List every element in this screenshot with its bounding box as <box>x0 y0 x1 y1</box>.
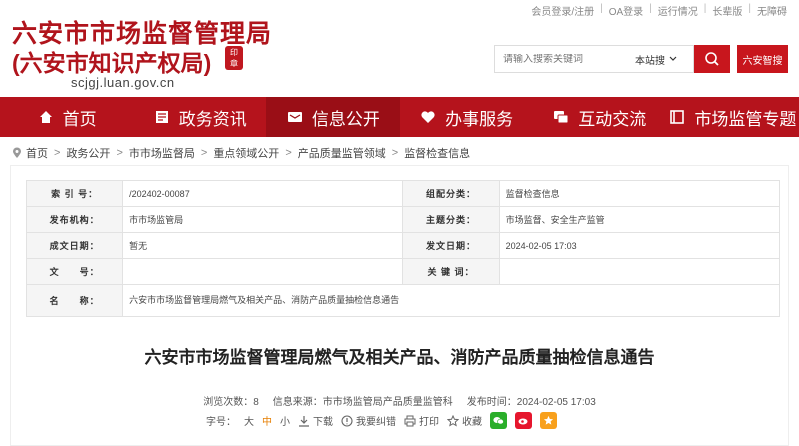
topic-value: 市场监督、安全生产监管 <box>498 206 781 233</box>
index-value: /202402-00087 <box>122 180 404 207</box>
smart-search-button[interactable]: 六安智搜 <box>737 45 788 73</box>
correct-button[interactable]: 我要纠错 <box>341 413 396 428</box>
publisher-label: 发布机构： <box>25 206 124 233</box>
nav-item-news[interactable]: 政务资讯 <box>133 97 266 137</box>
category-label: 组配分类： <box>402 180 500 207</box>
search-input[interactable] <box>495 53 635 65</box>
info-source: 信息来源：市市场监管局产品质量监管科 <box>272 397 453 408</box>
name-label: 名 称： <box>25 284 124 317</box>
published-date-value: 2024-02-05 17:03 <box>498 232 781 259</box>
keywords-value <box>498 258 781 285</box>
print-label: 打印 <box>419 417 439 428</box>
nav-item-interaction[interactable]: 互动交流 <box>533 97 666 137</box>
nav-item-label: 办事服务 <box>445 109 514 129</box>
main-nav: 首页 政务资讯 信息公开 办事服务 互动交流 市场监管专题 <box>0 97 799 137</box>
nav-item-home[interactable]: 首页 <box>0 97 133 137</box>
category-value: 监督检查信息 <box>498 180 781 207</box>
doc-number-label: 文 号： <box>25 258 124 285</box>
search-scope-label: 本站搜 <box>635 55 665 67</box>
breadcrumb-item[interactable]: 首页 <box>26 145 48 161</box>
font-size-small[interactable]: 小 <box>280 413 290 428</box>
breadcrumb-item[interactable]: 政务公开 <box>66 145 110 161</box>
download-button[interactable]: 下载 <box>298 413 333 428</box>
article-title: 六安市市场监督管理局燃气及相关产品、消防产品质量抽检信息通告 <box>144 348 655 367</box>
open-info-icon <box>286 108 304 126</box>
publisher-value: 市市场监管局 <box>122 206 404 233</box>
site-header: 会员登录/注册 | OA登录 | 运行情况 | 长辈版 | 无障碍 六安市市场监督管理局… <box>0 0 799 97</box>
font-size-large[interactable]: 大 <box>244 413 254 428</box>
table-row: 成文日期： 暂无 发文日期： 2024-02-05 17:03 <box>25 232 781 259</box>
nav-item-label: 互动交流 <box>578 109 647 129</box>
topic-label: 主题分类： <box>402 206 500 233</box>
wechat-share-icon[interactable] <box>490 412 507 429</box>
nav-item-label: 首页 <box>62 109 97 129</box>
seal-logo: 印章 <box>225 46 243 70</box>
article-meta: 浏览次数：8 信息来源：市市场监管局产品质量监管科 发布时间：2024-02-0… <box>0 393 799 408</box>
elder-version-link[interactable]: 长辈版 <box>712 3 742 18</box>
font-size-medium[interactable]: 中 <box>262 413 272 428</box>
site-subtitle: (六安市知识产权局) <box>12 50 212 76</box>
view-count: 浏览次数：8 <box>203 397 259 408</box>
search-button[interactable] <box>694 45 730 73</box>
breadcrumb-item[interactable]: 重点领域公开 <box>213 145 279 161</box>
search-box: 本站搜 <box>494 45 694 73</box>
download-label: 下载 <box>313 417 333 428</box>
home-icon <box>37 108 55 126</box>
font-size-label: 字号： <box>206 417 236 428</box>
article-tools: 字号： 大 中 小 下载 我要纠错 打印 收藏 <box>206 412 557 429</box>
publish-time: 发布时间：2024-02-05 17:03 <box>466 397 596 408</box>
breadcrumb-item[interactable]: 市市场监督局 <box>129 145 195 161</box>
site-domain: scjgj.luan.gov.cn <box>71 75 175 90</box>
table-row: 索 引 号： /202402-00087 组配分类： 监督检查信息 <box>25 180 781 207</box>
table-row: 文 号： 关 键 词： <box>25 258 781 285</box>
created-date-value: 暂无 <box>122 232 404 259</box>
nav-item-label: 市场监管专题 <box>694 109 797 129</box>
breadcrumb: 首页 > 政务公开 > 市市场监督局 > 重点领域公开 > 产品质量监管领域 > 监督检查… <box>12 145 470 161</box>
nav-item-open-info[interactable]: 信息公开 <box>266 97 400 137</box>
favorite-label: 收藏 <box>462 417 482 428</box>
star-icon <box>447 414 459 427</box>
nav-item-label: 信息公开 <box>311 109 380 129</box>
breadcrumb-item[interactable]: 监督检查信息 <box>404 145 470 161</box>
printer-icon <box>404 415 416 426</box>
status-link[interactable]: 运行情况 <box>658 3 698 18</box>
location-pin-icon <box>13 147 21 158</box>
breadcrumb-item[interactable]: 产品质量监管领域 <box>298 145 386 161</box>
nav-item-label: 政务资讯 <box>178 109 247 129</box>
table-row: 发布机构： 市市场监管局 主题分类： 市场监督、安全生产监管 <box>25 206 781 233</box>
weibo-share-icon[interactable] <box>515 412 532 429</box>
news-icon <box>153 108 171 126</box>
name-value-text: 六安市市场监督管理局燃气及相关产品、消防产品质量抽检信息通告 <box>129 295 400 305</box>
published-date-label: 发文日期： <box>402 232 500 259</box>
print-button[interactable]: 打印 <box>404 413 439 428</box>
search-scope-select[interactable]: 本站搜 <box>635 52 683 67</box>
login-link[interactable]: 会员登录/注册 <box>531 3 594 18</box>
nav-item-topics[interactable]: 市场监管专题 <box>666 97 799 137</box>
accessibility-link[interactable]: 无障碍 <box>757 3 787 18</box>
favorite-button[interactable]: 收藏 <box>447 413 482 428</box>
nav-item-services[interactable]: 办事服务 <box>400 97 533 137</box>
correct-label: 我要纠错 <box>356 417 396 428</box>
search-icon <box>705 52 719 66</box>
chevron-down-icon <box>669 56 677 61</box>
heart-icon <box>419 108 437 126</box>
info-table: 索 引 号： /202402-00087 组配分类： 监督检查信息 发布机构： … <box>25 180 781 317</box>
keywords-label: 关 键 词： <box>402 258 500 285</box>
index-label: 索 引 号： <box>25 180 124 207</box>
book-icon <box>668 108 686 126</box>
download-icon <box>299 415 309 427</box>
name-value: 六安市市场监督管理局燃气及相关产品、消防产品质量抽检信息通告 <box>122 284 780 317</box>
oa-login-link[interactable]: OA登录 <box>609 3 643 18</box>
chat-icon <box>552 108 570 126</box>
qzone-share-icon[interactable] <box>540 412 557 429</box>
created-date-label: 成文日期： <box>25 232 124 259</box>
doc-number-value <box>122 258 404 285</box>
top-links: 会员登录/注册 | OA登录 | 运行情况 | 长辈版 | 无障碍 <box>531 3 787 18</box>
table-row: 名 称： 六安市市场监督管理局燃气及相关产品、消防产品质量抽检信息通告 <box>25 284 780 317</box>
error-icon <box>341 414 353 427</box>
